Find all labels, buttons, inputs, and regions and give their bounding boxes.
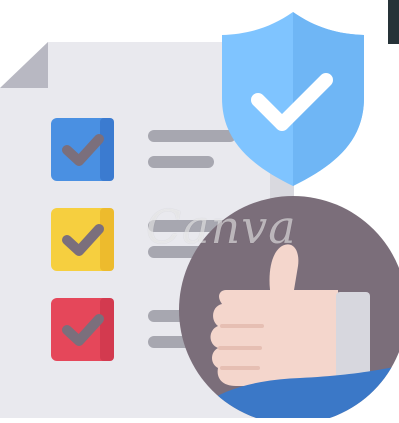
- illustration-canvas: [0, 12, 399, 423]
- checkbox-blue: [51, 118, 114, 181]
- dark-corner-block: [388, 0, 399, 44]
- checkbox-red: [51, 298, 114, 361]
- illustration: Canva: [0, 0, 399, 423]
- checkbox-yellow: [51, 208, 114, 271]
